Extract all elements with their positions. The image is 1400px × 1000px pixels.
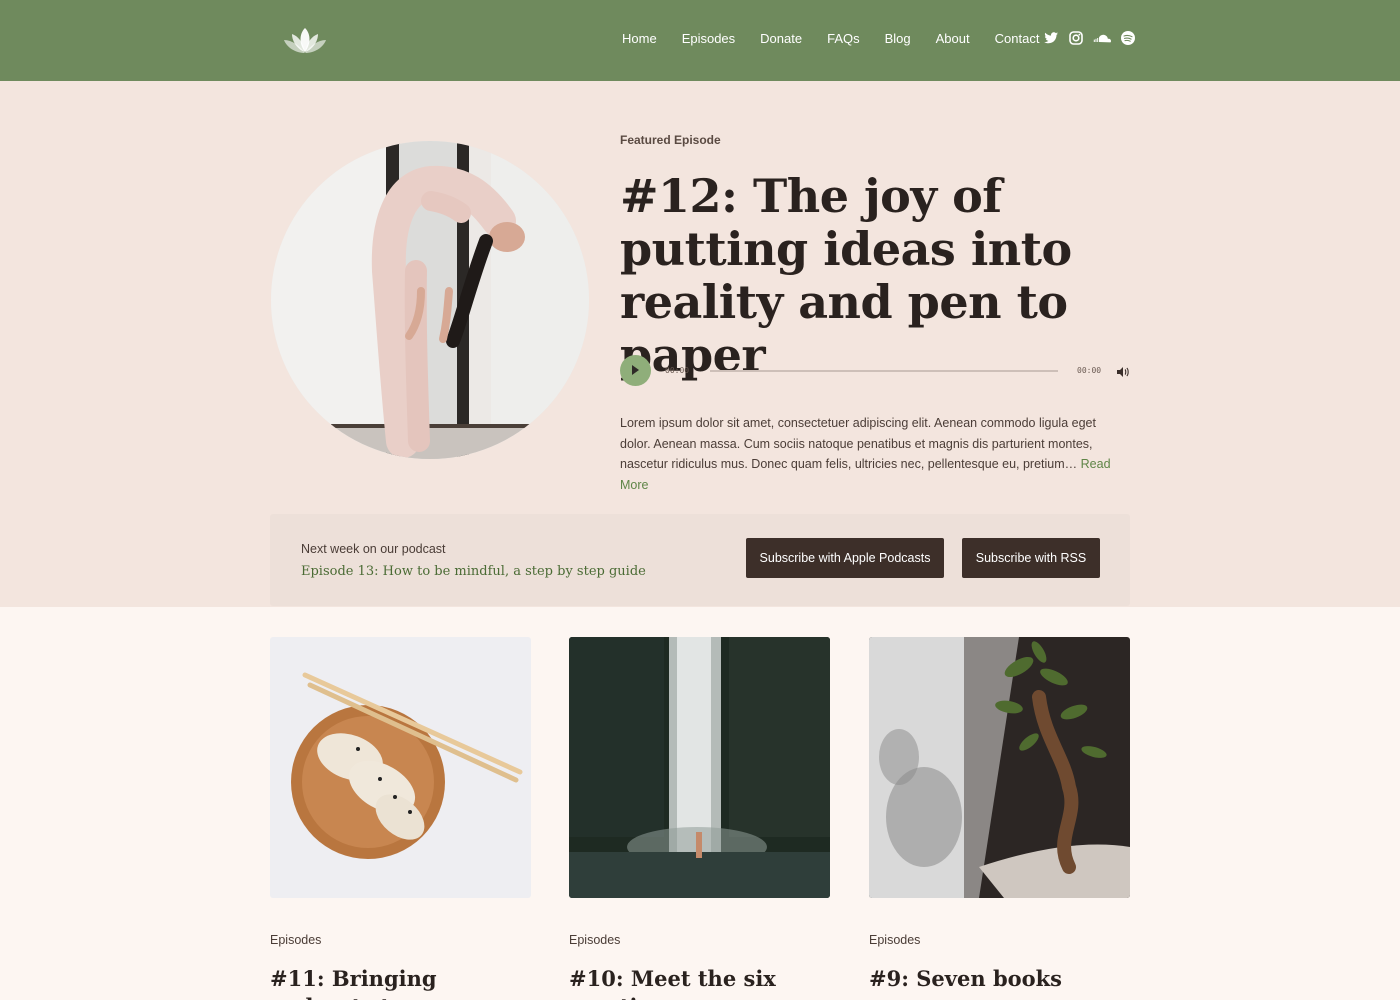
- featured-episode-image: [271, 141, 589, 459]
- episode-excerpt: Lorem ipsum dolor sit amet, consectetuer…: [620, 413, 1120, 495]
- nav-blog[interactable]: Blog: [885, 31, 911, 46]
- card-category[interactable]: Episodes: [869, 933, 920, 947]
- volume-icon[interactable]: [1116, 365, 1129, 377]
- card-title[interactable]: #9: Seven books every: [869, 965, 1130, 1000]
- play-button[interactable]: [620, 355, 651, 386]
- soundcloud-icon[interactable]: [1093, 30, 1111, 46]
- featured-episode-title[interactable]: #12: The joy of putting ideas into reali…: [620, 170, 1140, 382]
- card-category[interactable]: Episodes: [569, 933, 620, 947]
- subscribe-rss-button[interactable]: Subscribe with RSS: [962, 538, 1100, 578]
- nav-home[interactable]: Home: [622, 31, 657, 46]
- next-week-label: Next week on our podcast: [301, 542, 446, 556]
- social-links: [1043, 30, 1136, 46]
- dumplings-image[interactable]: [270, 637, 531, 898]
- progress-bar[interactable]: [710, 370, 1058, 372]
- duration-time: 00:00: [1077, 366, 1102, 375]
- audio-player: 00:00 00:00: [620, 355, 1130, 387]
- plant-image[interactable]: [869, 637, 1130, 898]
- waterfall-image[interactable]: [569, 637, 830, 898]
- twitter-icon[interactable]: [1043, 30, 1059, 46]
- nav-contact[interactable]: Contact: [995, 31, 1040, 46]
- nav-about[interactable]: About: [936, 31, 970, 46]
- featured-episode-label: Featured Episode: [620, 133, 721, 147]
- spotify-icon[interactable]: [1120, 30, 1136, 46]
- current-time: 00:00: [665, 366, 690, 375]
- episode-card[interactable]: Episodes #10: Meet the six creative: [569, 637, 830, 1000]
- card-category[interactable]: Episodes: [270, 933, 321, 947]
- card-title[interactable]: #10: Meet the six creative: [569, 965, 830, 1000]
- subscribe-apple-button[interactable]: Subscribe with Apple Podcasts: [746, 538, 944, 578]
- main-nav: Home Episodes Donate FAQs Blog About Con…: [622, 31, 1064, 46]
- nav-donate[interactable]: Donate: [760, 31, 802, 46]
- next-episode-band: Next week on our podcast Episode 13: How…: [270, 514, 1130, 606]
- excerpt-text: Lorem ipsum dolor sit amet, consectetuer…: [620, 416, 1096, 471]
- site-header: Home Episodes Donate FAQs Blog About Con…: [0, 0, 1400, 81]
- episode-card[interactable]: Episodes #9: Seven books every: [869, 637, 1130, 1000]
- lotus-logo[interactable]: [282, 24, 328, 58]
- nav-episodes[interactable]: Episodes: [682, 31, 735, 46]
- episode-card[interactable]: Episodes #11: Bringing podcasts to: [270, 637, 531, 1000]
- nav-faqs[interactable]: FAQs: [827, 31, 860, 46]
- instagram-icon[interactable]: [1068, 30, 1084, 46]
- next-episode-title[interactable]: Episode 13: How to be mindful, a step by…: [301, 564, 646, 579]
- card-title[interactable]: #11: Bringing podcasts to: [270, 965, 531, 1000]
